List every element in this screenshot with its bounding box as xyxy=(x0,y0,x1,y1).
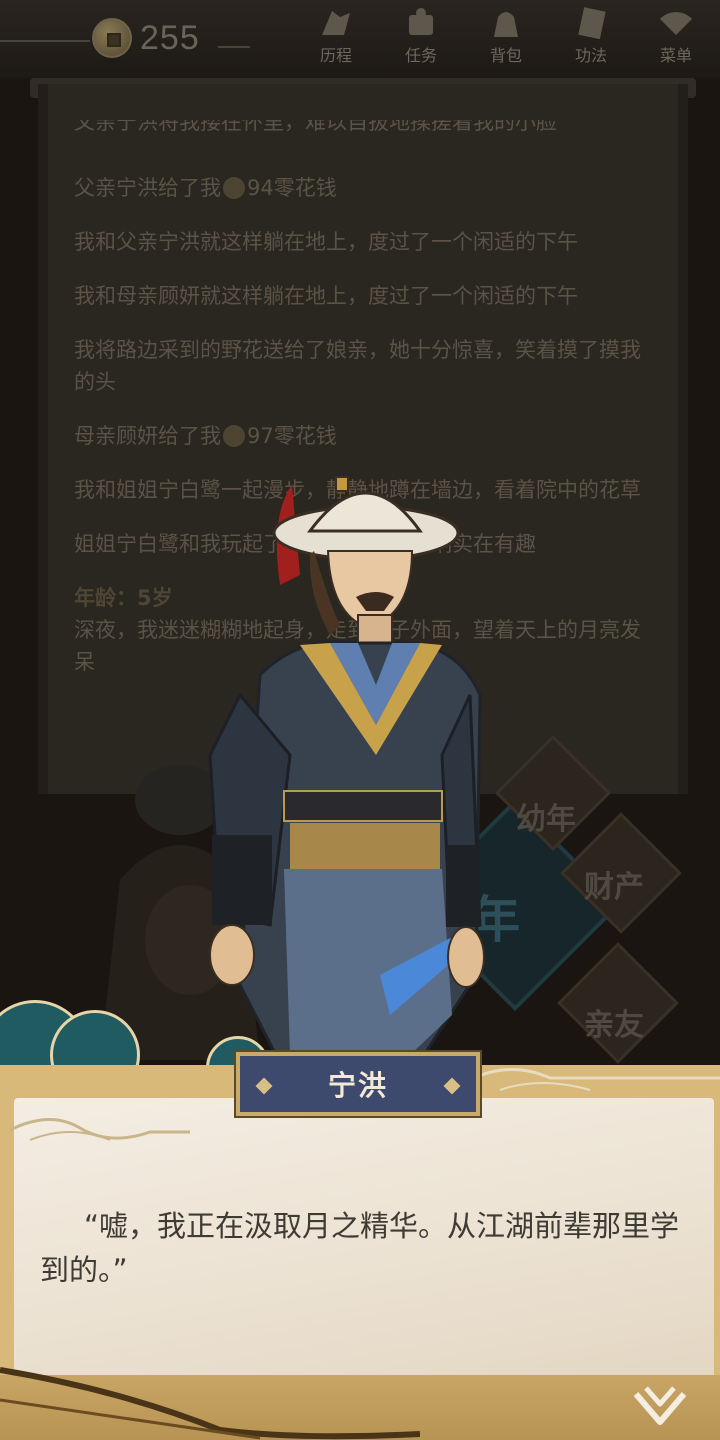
relatives-badge[interactable]: 亲友 xyxy=(584,1000,644,1044)
story-entry: 我和母亲顾妍就这样躺在地上，度过了一个闲适的下午 xyxy=(74,284,578,308)
dialogue-text: “嘘，我正在汲取月之精华。从江湖前辈那里学到的。” xyxy=(40,1209,680,1287)
coin-counter: 255 xyxy=(92,18,200,58)
nav-label: 功法 xyxy=(574,46,607,65)
top-bar: 255 历程 任务 背包 功法 菜单 xyxy=(0,0,720,78)
copper-coin-icon xyxy=(92,18,132,58)
top-bar-divider xyxy=(0,40,90,42)
coin-icon xyxy=(223,425,245,447)
nav-journey[interactable]: 历程 xyxy=(301,6,371,66)
bag-icon xyxy=(486,6,526,40)
ink-wave-ornament xyxy=(0,1367,420,1440)
diamond-ornament xyxy=(443,1077,461,1095)
speaker-name: 宁洪 xyxy=(327,1069,388,1102)
story-entry: 父亲宁洪给了我 94零花钱 xyxy=(74,176,337,200)
nav-label: 任务 xyxy=(404,46,437,65)
story-entry: 我和父亲宁洪就这样躺在地上，度过了一个闲适的下午 xyxy=(74,230,578,254)
nav-task[interactable]: 任务 xyxy=(386,6,456,66)
story-clipped-line: 父亲宁洪将我搂在怀里，难以自拔地揉搓着我的小脸 xyxy=(74,120,557,134)
nav-label: 菜单 xyxy=(659,46,692,65)
skill-book-icon xyxy=(571,6,611,40)
speaker-name-plate: 宁洪 xyxy=(236,1052,480,1116)
diamond-ornament xyxy=(255,1077,273,1095)
journey-icon xyxy=(316,6,356,40)
nav-skill[interactable]: 功法 xyxy=(556,6,626,66)
task-icon xyxy=(401,6,441,40)
nav-label: 背包 xyxy=(489,46,522,65)
childhood-badge[interactable]: 幼年 xyxy=(516,794,576,838)
property-badge[interactable]: 财产 xyxy=(584,862,644,906)
cloud-swirl-ornament xyxy=(470,1068,720,1091)
fan-menu-icon xyxy=(656,6,696,40)
nav-menu[interactable]: 菜单 xyxy=(641,6,711,66)
coin-icon xyxy=(223,177,245,199)
story-entry: 母亲顾妍给了我 97零花钱 xyxy=(74,424,337,448)
character-ninghong-portrait xyxy=(208,476,485,1057)
cloud-swirl-ornament xyxy=(10,1118,190,1141)
story-entry: 我将路边采到的野花送给了娘亲，她十分惊喜，笑着摸了摸我的头 xyxy=(74,338,641,394)
nav-bag[interactable]: 背包 xyxy=(471,6,541,66)
top-bar-divider xyxy=(218,46,250,48)
next-chevron-icon[interactable] xyxy=(630,1380,690,1434)
coin-count: 255 xyxy=(140,18,200,57)
nav-label: 历程 xyxy=(319,46,352,65)
